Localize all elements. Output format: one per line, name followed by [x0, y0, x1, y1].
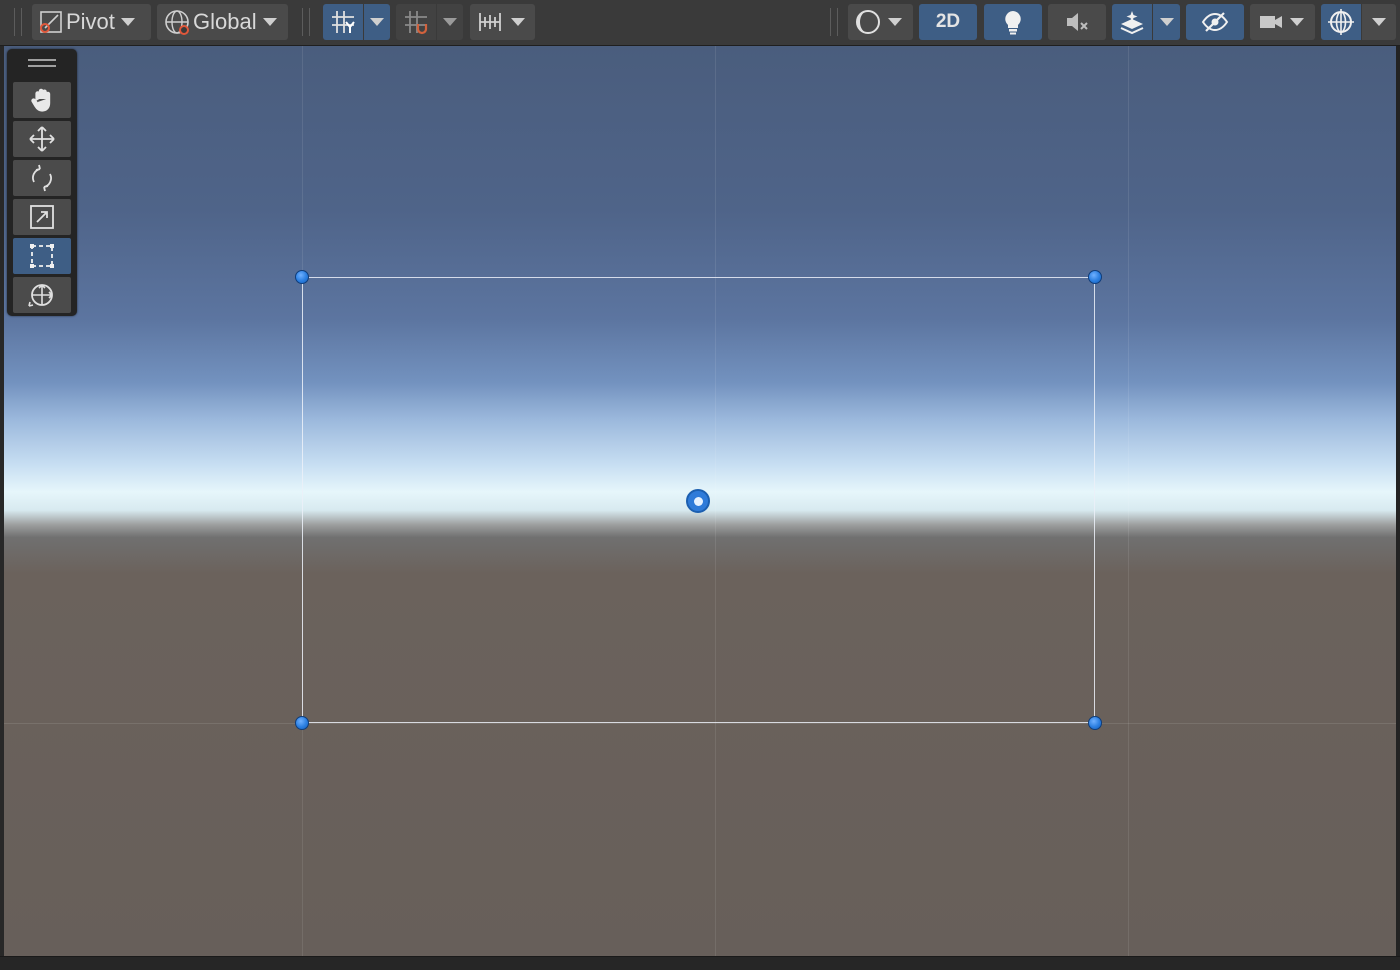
- mode-2d-button[interactable]: 2D: [919, 4, 977, 40]
- transform-tool-button[interactable]: [13, 277, 71, 313]
- chevron-down-icon: [443, 18, 457, 26]
- gizmo-globe-icon: [1326, 7, 1356, 37]
- chevron-down-icon: [1290, 18, 1304, 26]
- rect-handle-bottom-left[interactable]: [295, 716, 309, 730]
- status-bar: [0, 956, 1400, 970]
- chevron-down-icon: [262, 18, 277, 26]
- chevron-down-icon: [511, 18, 525, 26]
- scale-tool-button[interactable]: [13, 199, 71, 235]
- effects-dropdown[interactable]: [1153, 4, 1180, 40]
- chevron-down-icon: [1159, 18, 1174, 26]
- view-tool-button[interactable]: [13, 82, 71, 118]
- toolbar-grip[interactable]: [14, 8, 22, 36]
- transform-icon: [27, 280, 57, 310]
- shaded-sphere-icon: [854, 8, 882, 36]
- speaker-mute-icon: [1063, 9, 1091, 35]
- effects-toggle-button[interactable]: [1112, 4, 1152, 40]
- rect-handle-bottom-right[interactable]: [1088, 716, 1102, 730]
- rotate-tool-button[interactable]: [13, 160, 71, 196]
- pivot-handle[interactable]: [686, 489, 710, 513]
- increment-snap-dropdown[interactable]: [437, 4, 463, 40]
- global-label: Global: [193, 9, 257, 34]
- effects-layers-icon: [1118, 8, 1146, 36]
- tools-overlay: [7, 49, 77, 316]
- grid-line: [1128, 46, 1129, 956]
- lighting-toggle-button[interactable]: [984, 4, 1042, 40]
- light-bulb-icon: [1000, 8, 1026, 36]
- gizmos-toggle-button[interactable]: [1321, 4, 1361, 40]
- pivot-toggle-button[interactable]: Pivot: [32, 4, 151, 40]
- audio-toggle-button[interactable]: [1048, 4, 1106, 40]
- chevron-down-icon: [370, 18, 384, 26]
- rect-handle-top-right[interactable]: [1088, 270, 1102, 284]
- pivot-label: Pivot: [66, 9, 115, 34]
- rect-handle-top-left[interactable]: [295, 270, 309, 284]
- gizmos-dropdown[interactable]: [1362, 4, 1396, 40]
- move-tool-button[interactable]: [13, 121, 71, 157]
- grid-snapping-dropdown[interactable]: [364, 4, 390, 40]
- toolbar-separator: [830, 8, 838, 36]
- global-toggle-button[interactable]: Global: [157, 4, 288, 40]
- rect-tool-button[interactable]: [13, 238, 71, 274]
- grid-snapping-button[interactable]: [323, 4, 363, 40]
- camera-icon: [1257, 10, 1285, 34]
- scene-visibility-button[interactable]: [1186, 4, 1244, 40]
- rect-transform-icon: [27, 241, 57, 271]
- grid-line: [4, 723, 1396, 724]
- hand-icon: [27, 85, 57, 115]
- increment-snap-button[interactable]: [396, 4, 436, 40]
- scroll-edge: [1396, 46, 1400, 956]
- toolbar-separator: [302, 8, 310, 36]
- pivot-icon: [38, 9, 64, 35]
- chevron-down-icon: [120, 18, 135, 26]
- scale-icon: [27, 202, 57, 232]
- move-arrows-icon: [27, 124, 57, 154]
- draw-mode-button[interactable]: [848, 4, 913, 40]
- overlay-menu-icon[interactable]: [28, 59, 56, 71]
- camera-settings-button[interactable]: [1250, 4, 1315, 40]
- mode-2d-label: 2D: [935, 11, 961, 32]
- chevron-down-icon: [1372, 18, 1386, 26]
- snap-magnet-icon: [402, 8, 430, 36]
- ruler-icon: [477, 9, 503, 35]
- grid-snap-icon: [329, 8, 357, 36]
- scene-viewport[interactable]: [4, 46, 1396, 956]
- rotate-icon: [27, 163, 57, 193]
- chevron-down-icon: [888, 18, 902, 26]
- scene-toolbar: Pivot Global 2D: [0, 0, 1400, 46]
- eye-hidden-icon: [1200, 9, 1230, 35]
- globe-icon: [163, 8, 191, 36]
- snap-settings-button[interactable]: [470, 4, 535, 40]
